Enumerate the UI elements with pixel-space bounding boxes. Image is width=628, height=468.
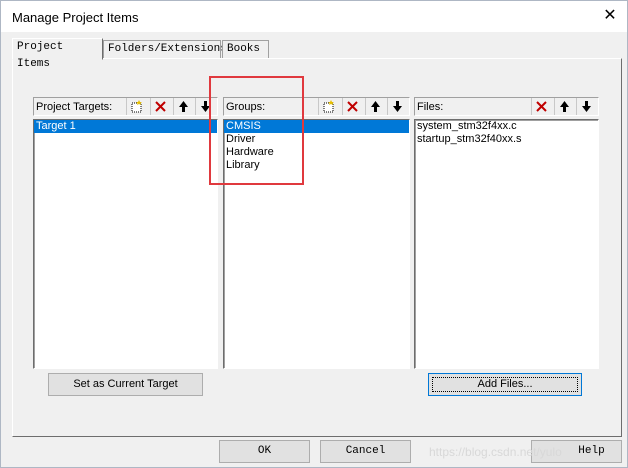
- new-item-icon[interactable]: [126, 98, 145, 115]
- add-files-button[interactable]: Add Files...: [428, 373, 582, 396]
- delete-icon[interactable]: [150, 98, 169, 115]
- button-label: OK: [257, 445, 272, 457]
- move-down-icon[interactable]: [387, 98, 406, 115]
- set-current-target-button[interactable]: Set as Current Target: [48, 373, 203, 396]
- targets-list[interactable]: Target 1: [33, 119, 218, 369]
- annotation-highlight-box: [209, 76, 304, 185]
- files-header-label: Files:: [417, 101, 444, 113]
- move-up-icon[interactable]: [554, 98, 573, 115]
- targets-header-label: Project Targets:: [36, 101, 113, 113]
- title-bar: Manage Project Items ✕: [1, 1, 627, 32]
- files-list[interactable]: system_stm32f4xx.c startup_stm32f40xx.s: [414, 119, 599, 369]
- move-up-icon[interactable]: [173, 98, 192, 115]
- button-label: Set as Current Target: [73, 378, 178, 390]
- targets-header: Project Targets:: [33, 97, 218, 116]
- cancel-button[interactable]: Cancel: [320, 440, 411, 463]
- tab-folders-extensions[interactable]: Folders/Extensions: [103, 40, 227, 59]
- move-down-icon[interactable]: [576, 98, 595, 115]
- move-up-icon[interactable]: [365, 98, 384, 115]
- focus-ring: [432, 377, 578, 392]
- button-label: Cancel: [345, 445, 386, 457]
- ok-button[interactable]: OK: [219, 440, 310, 463]
- files-header: Files:: [414, 97, 599, 116]
- manage-project-items-dialog: Manage Project Items ✕ Project Items Fol…: [0, 0, 628, 468]
- tab-label: Folders/Extensions: [108, 43, 227, 55]
- list-item[interactable]: startup_stm32f40xx.s: [415, 133, 598, 146]
- tab-books[interactable]: Books: [222, 40, 269, 59]
- new-item-icon[interactable]: [318, 98, 337, 115]
- delete-icon[interactable]: [342, 98, 361, 115]
- window-title: Manage Project Items: [12, 10, 139, 25]
- tab-label: Books: [227, 43, 261, 55]
- delete-icon[interactable]: [531, 98, 550, 115]
- tab-project-items[interactable]: Project Items: [12, 38, 103, 70]
- list-item[interactable]: system_stm32f4xx.c: [415, 120, 598, 133]
- close-icon[interactable]: ✕: [601, 7, 619, 25]
- list-item[interactable]: Target 1: [34, 120, 217, 133]
- watermark-text: https://blog.csdn.net/yulo: [429, 445, 562, 459]
